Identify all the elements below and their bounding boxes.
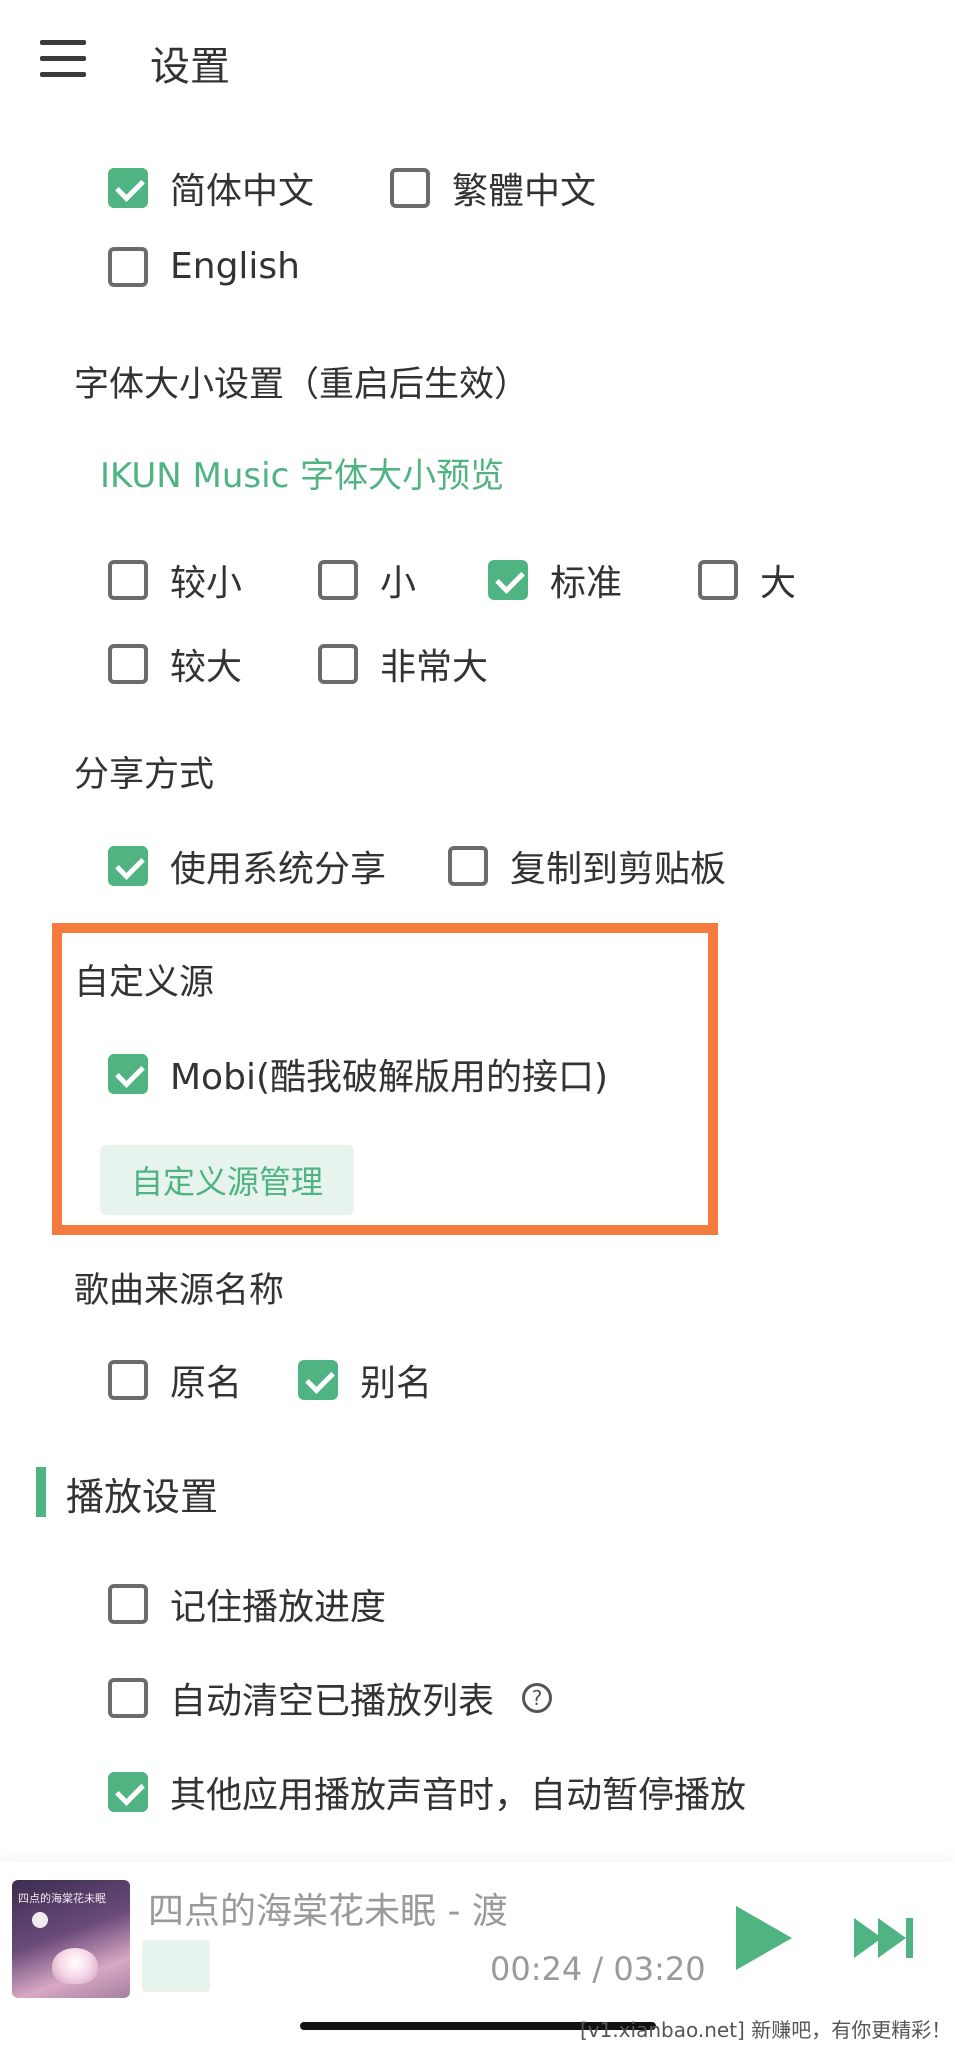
checkbox-unchecked-icon[interactable] [108,644,148,684]
share-heading: 分享方式 [74,755,215,795]
play-icon[interactable] [736,1906,792,1970]
checkbox-copy-clipboard[interactable]: 复制到剪贴板 [448,840,726,892]
checkbox-label: 使用系统分享 [170,849,387,890]
playback-settings-heading: 播放设置 [66,1475,219,1519]
playback-time: 00:24 / 03:20 [490,1950,706,1988]
flower-graphic [52,1948,98,1984]
checkbox-label: 较小 [170,563,243,604]
checkbox-label: 非常大 [380,647,489,688]
checkbox-label: 原名 [170,1363,243,1404]
checkbox-label: 简体中文 [170,171,315,212]
hamburger-menu-icon[interactable] [40,38,86,80]
checkbox-unchecked-icon[interactable] [108,1584,148,1624]
checkbox-label: 大 [760,563,797,604]
checkbox-font-very-large[interactable]: 非常大 [318,638,488,690]
checkbox-checked-icon[interactable] [488,560,528,600]
checkbox-label: 小 [380,563,417,604]
checkbox-label: Mobi(酷我破解版用的接口) [170,1057,609,1098]
checkbox-unchecked-icon[interactable] [318,644,358,684]
checkbox-font-large[interactable]: 大 [698,554,796,606]
checkbox-unchecked-icon[interactable] [108,560,148,600]
custom-source-heading: 自定义源 [74,963,215,1003]
checkbox-remember-progress[interactable]: 记住播放进度 [108,1578,386,1630]
font-size-heading: 字体大小设置（重启后生效） [74,365,530,405]
checkbox-checked-icon[interactable] [298,1360,338,1400]
checkbox-checked-icon[interactable] [108,1054,148,1094]
checkbox-label: 记住播放进度 [170,1587,387,1628]
checkbox-label: 较大 [170,647,243,688]
checkbox-original-name[interactable]: 原名 [108,1354,242,1406]
checkbox-font-smaller[interactable]: 较小 [108,554,242,606]
font-size-preview: IKUN Music 字体大小预览 [100,456,505,496]
album-cover[interactable]: 四点的海棠花未眠 [12,1880,130,1998]
checkbox-label: English [170,246,300,287]
checkbox-custom-source-mobi[interactable]: Mobi(酷我破解版用的接口) [108,1048,608,1100]
moon-graphic [32,1912,48,1928]
question-circle-icon[interactable]: ? [522,1683,553,1713]
checkbox-label: 别名 [360,1363,433,1404]
checkbox-label: 其他应用播放声音时，自动暂停播放 [170,1775,747,1816]
checkbox-label: 复制到剪贴板 [510,849,727,890]
checkbox-font-larger[interactable]: 较大 [108,638,242,690]
checkbox-font-standard[interactable]: 标准 [488,554,622,606]
checkbox-auto-pause[interactable]: 其他应用播放声音时，自动暂停播放 [108,1766,746,1818]
checkbox-unchecked-icon[interactable] [448,846,488,886]
checkbox-label: 标准 [550,563,623,604]
custom-source-manage-button[interactable]: 自定义源管理 [100,1145,354,1215]
skip-next-icon[interactable] [852,1914,916,1962]
checkbox-alias-name[interactable]: 别名 [298,1354,432,1406]
checkbox-checked-icon[interactable] [108,168,148,208]
song-title[interactable]: 四点的海棠花未眠 - 渡 [148,1882,508,1934]
progress-indicator[interactable] [142,1940,210,1992]
song-source-name-heading: 歌曲来源名称 [74,1271,285,1311]
checkbox-label: 繁體中文 [452,171,597,212]
checkbox-checked-icon[interactable] [108,1772,148,1812]
checkbox-unchecked-icon[interactable] [108,246,148,287]
checkbox-english[interactable]: English [108,246,300,287]
checkbox-unchecked-icon[interactable] [390,168,430,208]
checkbox-checked-icon[interactable] [108,846,148,886]
page-title: 设置 [150,44,230,90]
checkbox-auto-clear-played[interactable]: 自动清空已播放列表 ? [108,1672,553,1724]
section-accent-bar [36,1467,46,1517]
watermark-text: [v1.xianbao.net] 新赚吧，有你更精彩！ [580,2018,952,2042]
checkbox-unchecked-icon[interactable] [108,1678,148,1718]
checkbox-system-share[interactable]: 使用系统分享 [108,840,386,892]
checkbox-unchecked-icon[interactable] [698,560,738,600]
checkbox-font-small[interactable]: 小 [318,554,416,606]
checkbox-unchecked-icon[interactable] [318,560,358,600]
checkbox-simplified-chinese[interactable]: 简体中文 [108,162,314,214]
checkbox-traditional-chinese[interactable]: 繁體中文 [390,162,596,214]
checkbox-unchecked-icon[interactable] [108,1360,148,1400]
checkbox-label: 自动清空已播放列表 [170,1681,495,1722]
cover-title-text: 四点的海棠花未眠 [18,1892,106,1905]
